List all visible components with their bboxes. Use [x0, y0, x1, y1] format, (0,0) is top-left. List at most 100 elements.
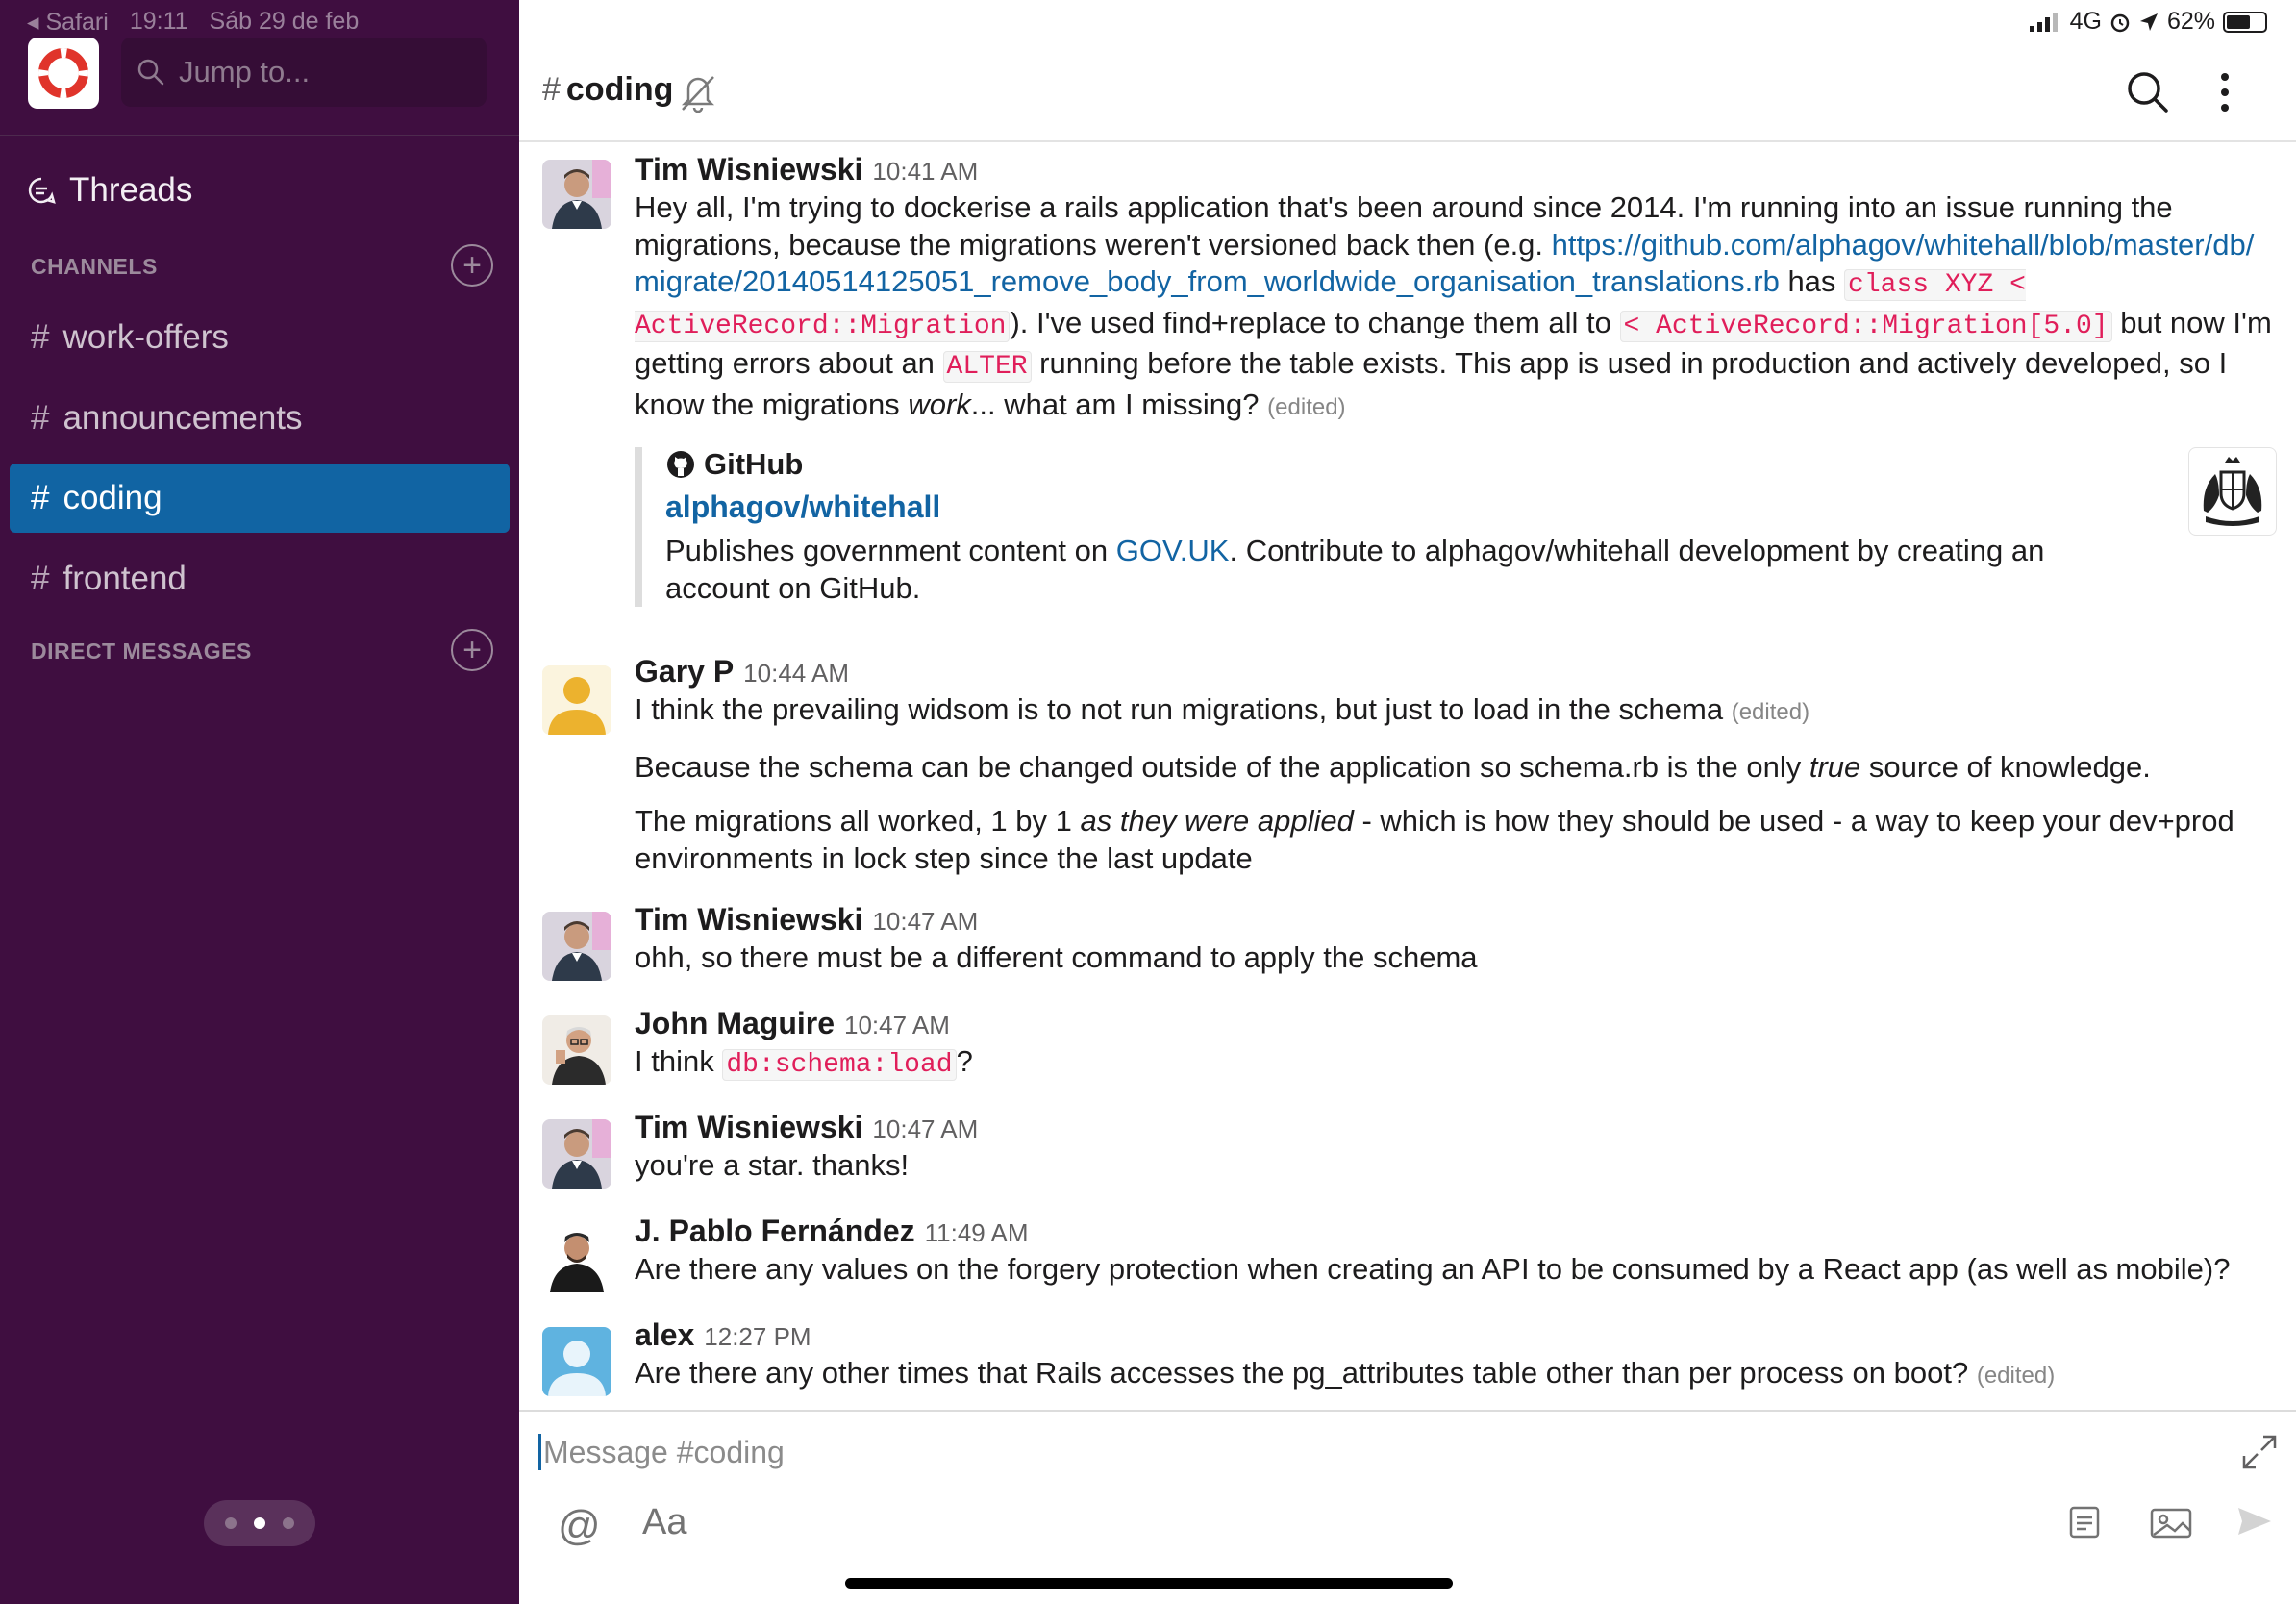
message-input[interactable]: Message #coding: [538, 1429, 1981, 1475]
avatar[interactable]: [542, 160, 611, 229]
avatar[interactable]: [542, 1223, 611, 1292]
photo-icon: [2150, 1508, 2192, 1539]
timestamp[interactable]: 10:47 AM: [844, 1011, 950, 1040]
author-name[interactable]: Gary P: [635, 654, 734, 689]
message-meta: Tim Wisniewski 10:41 AM: [635, 152, 2277, 188]
sidebar-item-coding[interactable]: # coding: [10, 464, 510, 533]
preview-title[interactable]: alphagov/whitehall: [665, 489, 2277, 525]
search-icon: [137, 59, 164, 86]
preview-description: Publishes government content on GOV.UK. …: [665, 533, 2069, 607]
avatar[interactable]: [542, 665, 611, 735]
app-window: ◂ Safari 19:11 Sáb 29 de feb Jump to...: [0, 0, 2296, 1604]
channel-name: announcements: [62, 399, 303, 437]
expand-composer-button[interactable]: [2240, 1433, 2279, 1476]
hash-icon: #: [31, 560, 50, 597]
text-run: Publishes government content on: [665, 534, 1116, 567]
timestamp[interactable]: 11:49 AM: [925, 1218, 1029, 1248]
text-run: ?: [956, 1044, 973, 1078]
divider: [0, 135, 519, 136]
workspace-logo[interactable]: [28, 38, 99, 109]
default-avatar-icon: [542, 665, 611, 735]
default-avatar-icon: [542, 1327, 611, 1396]
message-text: ohh, so there must be a different comman…: [635, 940, 1478, 974]
message-list[interactable]: Tim Wisniewski 10:41 AM Hey all, I'm try…: [519, 144, 2296, 1409]
message-text: I think the prevailing widsom is to not …: [635, 691, 2277, 732]
inline-code: < ActiveRecord::Migration[5.0]: [1619, 310, 2112, 342]
page-dot: [225, 1517, 237, 1529]
mention-button[interactable]: @: [558, 1502, 601, 1550]
message-body: John Maguire 10:47 AM I think db:schema:…: [635, 1006, 2277, 1085]
timestamp[interactable]: 10:47 AM: [872, 1115, 978, 1144]
channel-header: # coding: [519, 58, 2296, 142]
message-meta: Tim Wisniewski 10:47 AM: [635, 902, 2277, 938]
author-name[interactable]: Tim Wisniewski: [635, 902, 862, 938]
text-run: I think: [635, 1044, 723, 1078]
avatar[interactable]: [542, 1015, 611, 1085]
channels-header[interactable]: CHANNELS: [31, 254, 158, 280]
author-name[interactable]: J. Pablo Fernández: [635, 1214, 915, 1249]
message-body: alex 12:27 PM Are there any other times …: [635, 1317, 2277, 1395]
page-indicator[interactable]: [204, 1500, 315, 1546]
more-options-button[interactable]: [2217, 69, 2233, 120]
avatar[interactable]: [542, 1119, 611, 1189]
add-direct-message-button[interactable]: +: [451, 629, 493, 671]
signal-icon: [2029, 12, 2058, 32]
jump-to-search[interactable]: Jump to...: [121, 38, 487, 107]
channel-name: frontend: [62, 560, 187, 597]
message-body: Tim Wisniewski 10:47 AM ohh, so there mu…: [635, 902, 2277, 977]
timestamp[interactable]: 10:41 AM: [872, 157, 978, 187]
author-name[interactable]: John Maguire: [635, 1006, 835, 1041]
sidebar-item-announcements[interactable]: # announcements: [10, 384, 510, 453]
composer-divider: [519, 1410, 2296, 1412]
sidebar-item-frontend[interactable]: # frontend: [10, 544, 510, 614]
avatar[interactable]: [542, 1327, 611, 1396]
direct-messages-header[interactable]: DIRECT MESSAGES: [31, 639, 252, 664]
back-to-safari[interactable]: ◂ Safari: [27, 8, 109, 37]
timestamp[interactable]: 10:47 AM: [872, 907, 978, 937]
avatar[interactable]: [542, 912, 611, 981]
search-icon: [2128, 72, 2168, 113]
channel-name: work-offers: [62, 318, 229, 356]
timestamp[interactable]: 12:27 PM: [704, 1322, 811, 1352]
link-preview[interactable]: GitHub alphagov/whitehall Publishes gove…: [635, 447, 2277, 607]
text-run: ... what am I missing?: [970, 387, 1260, 421]
muted-bell-icon[interactable]: [679, 71, 717, 118]
message-body: Tim Wisniewski 10:47 AM you're a star. t…: [635, 1110, 2277, 1185]
message-text: The migrations all worked, 1 by 1 as the…: [635, 803, 2277, 877]
text-run: ). I've used find+replace to change them…: [1010, 305, 1620, 339]
sidebar-item-threads[interactable]: Threads: [27, 171, 192, 210]
attach-photo-button[interactable]: [2146, 1502, 2196, 1541]
sidebar-item-work-offers[interactable]: # work-offers: [10, 303, 510, 372]
text-run: Because the schema can be changed outsid…: [635, 749, 1809, 784]
battery-percent: 62%: [2166, 8, 2215, 35]
threads-label: Threads: [69, 171, 193, 209]
home-indicator[interactable]: [845, 1578, 1453, 1589]
message-meta: Tim Wisniewski 10:47 AM: [635, 1110, 2277, 1145]
send-button[interactable]: [2234, 1502, 2273, 1541]
preview-thumbnail[interactable]: [2188, 447, 2277, 536]
channel-view: 4G 62% # coding Tim Wisniewski 10:41 AM …: [519, 0, 2296, 1604]
channel-title[interactable]: # coding: [542, 71, 673, 109]
shortcuts-button[interactable]: [2065, 1502, 2104, 1541]
formatting-button[interactable]: Aa: [642, 1502, 686, 1543]
message-body: Tim Wisniewski 10:41 AM Hey all, I'm try…: [635, 152, 2277, 607]
text-run: Are there any other times that Rails acc…: [635, 1356, 1969, 1390]
author-name[interactable]: Tim Wisniewski: [635, 152, 862, 188]
preview-link[interactable]: GOV.UK: [1116, 534, 1230, 567]
message-meta: John Maguire 10:47 AM: [635, 1006, 2277, 1041]
message-text: Hey all, I'm trying to dockerise a rails…: [635, 189, 2277, 426]
emphasis: true: [1809, 749, 1861, 784]
royal-coat-of-arms-image: [2203, 457, 2262, 526]
hash-icon: #: [31, 479, 50, 516]
timestamp[interactable]: 10:44 AM: [743, 659, 849, 689]
message-input-placeholder: Message #coding: [543, 1434, 785, 1469]
author-name[interactable]: Tim Wisniewski: [635, 1110, 862, 1145]
author-name[interactable]: alex: [635, 1317, 694, 1353]
add-channel-button[interactable]: +: [451, 244, 493, 287]
threads-icon: [28, 177, 56, 204]
search-button[interactable]: [2125, 69, 2171, 120]
message-body: Gary P 10:44 AM I think the prevailing w…: [635, 654, 2277, 877]
send-icon: [2238, 1508, 2271, 1535]
expand-icon: [2242, 1435, 2277, 1469]
emphasis: as they were applied: [1080, 804, 1354, 838]
